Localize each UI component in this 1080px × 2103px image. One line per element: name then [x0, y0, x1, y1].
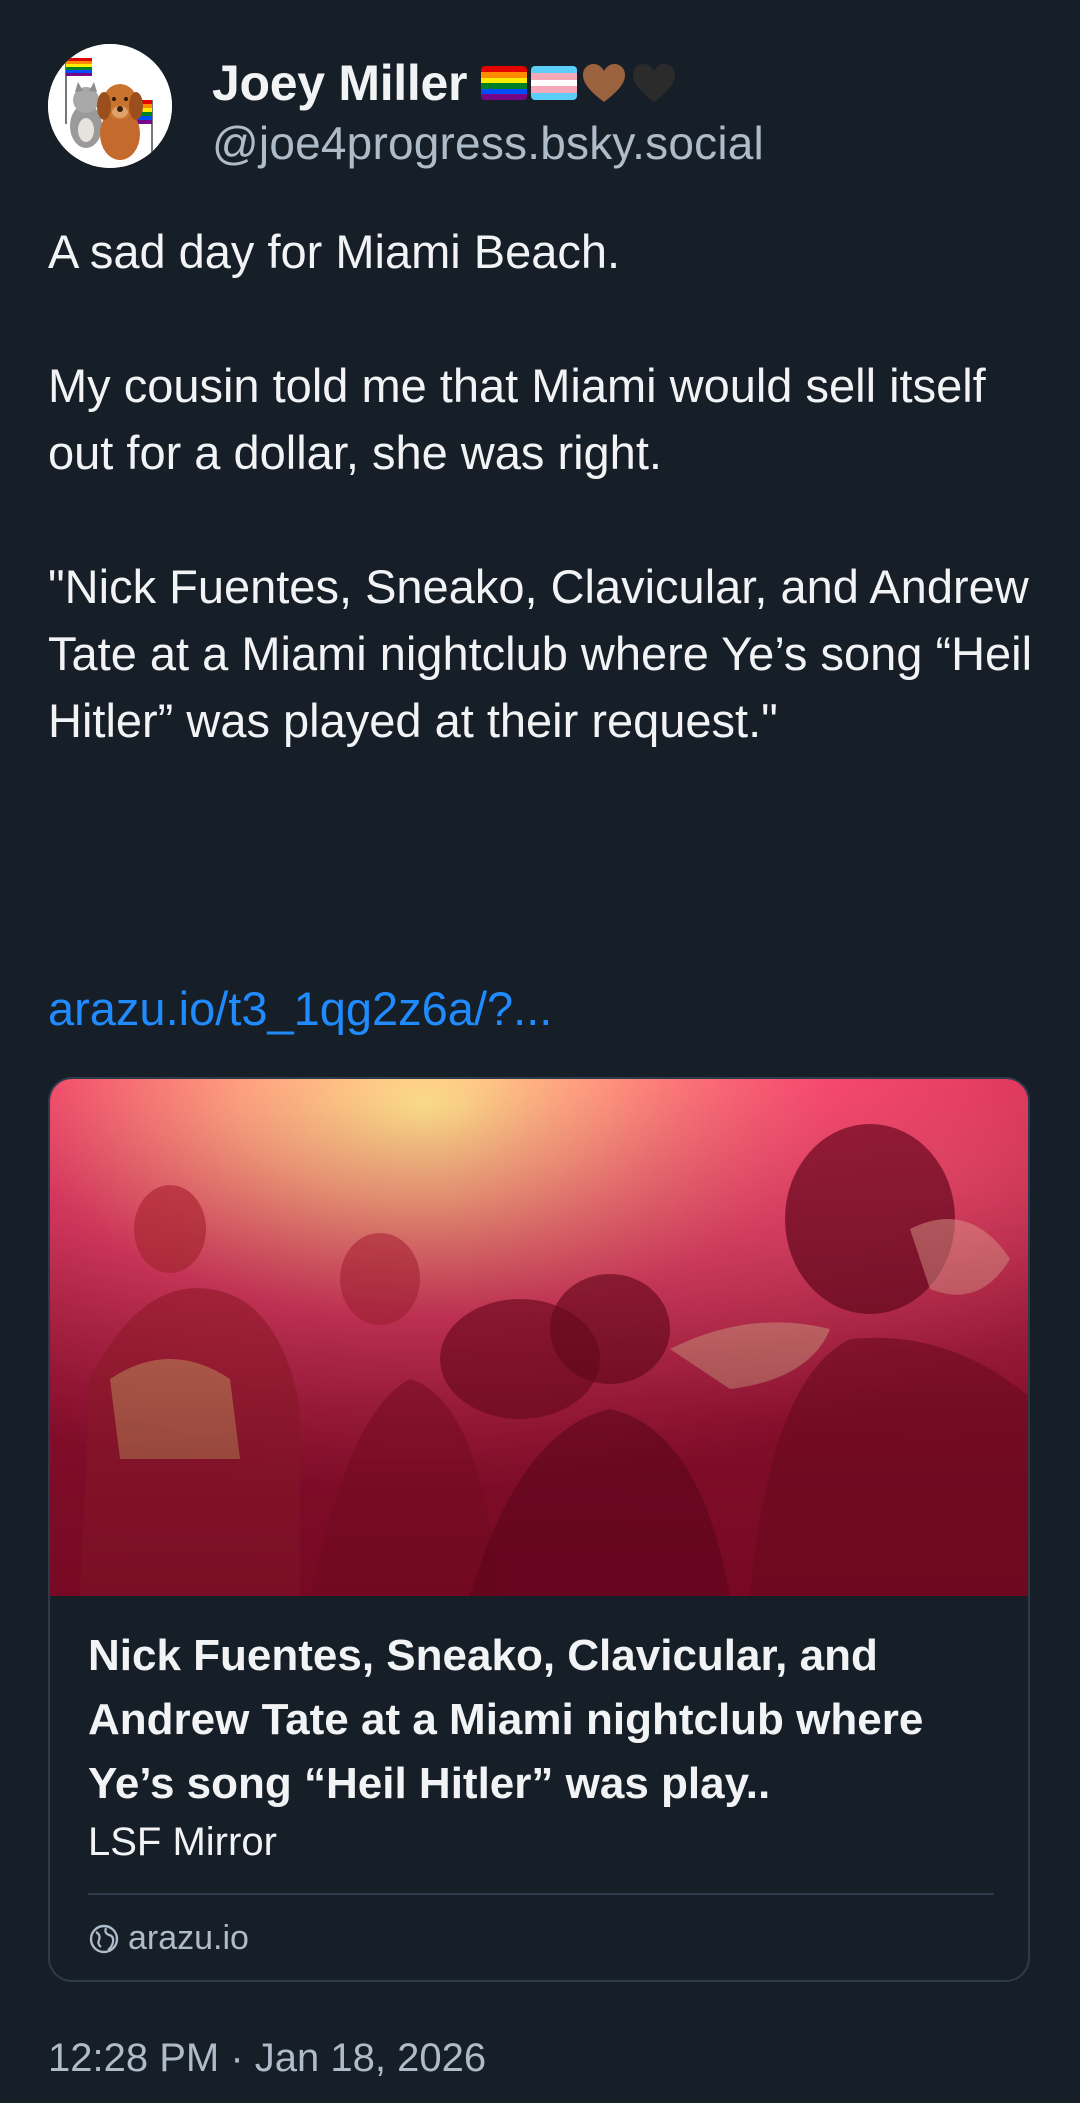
brown-heart-icon [583, 64, 626, 102]
post-link[interactable]: arazu.io/t3_1qg2z6a/?... [48, 975, 552, 1042]
author-name-row[interactable]: Joey Miller [212, 48, 677, 118]
link-card-divider [88, 1893, 994, 1895]
author-name-badges [481, 62, 677, 104]
post-text: A sad day for Miami Beach. My cousin tol… [48, 225, 1033, 747]
black-heart-icon [633, 64, 676, 102]
link-card-title: Nick Fuentes, Sneako, Clavicular, and An… [88, 1631, 924, 1808]
rainbow-flag-icon [481, 66, 528, 100]
post-thread-item: Joey Miller @joe4progress.bsky.social A … [0, 0, 1080, 2103]
avatar-image [48, 44, 172, 168]
link-card-domain: arazu.io [88, 1919, 249, 1958]
author-handle[interactable]: @joe4progress.bsky.social [212, 116, 764, 170]
trans-flag-icon [531, 66, 578, 100]
globe-icon [89, 1924, 119, 1953]
author-avatar[interactable] [48, 44, 172, 168]
link-card[interactable]: Nick Fuentes, Sneako, Clavicular, and An… [48, 1077, 1030, 1982]
link-card-source: LSF Mirror [88, 1820, 277, 1864]
post-timestamp: 12:28 PM · Jan 18, 2026 [48, 2036, 487, 2080]
author-display-name[interactable]: Joey Miller [212, 54, 467, 112]
link-card-thumbnail [50, 1079, 1028, 1596]
link-card-domain-text: arazu.io [128, 1919, 249, 1957]
